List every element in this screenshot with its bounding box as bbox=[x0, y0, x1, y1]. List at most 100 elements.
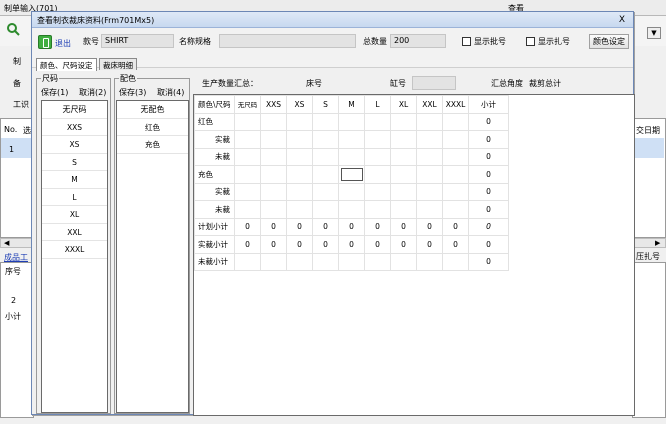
matrix-cell[interactable] bbox=[416, 147, 443, 166]
matrix-cell[interactable] bbox=[390, 112, 417, 131]
matrix-cell[interactable] bbox=[390, 165, 417, 184]
size-list[interactable]: 无尺码 XXS XS S M L XL XXL XXXL bbox=[41, 100, 108, 413]
size-save-button[interactable]: 保存(1) bbox=[41, 87, 68, 98]
matrix-cell[interactable] bbox=[338, 112, 365, 131]
matrix-cell[interactable] bbox=[260, 252, 287, 271]
matrix-cell[interactable] bbox=[364, 252, 391, 271]
matrix-cell[interactable]: 0 bbox=[312, 217, 339, 236]
matrix-cell[interactable] bbox=[338, 147, 365, 166]
matrix-cell[interactable] bbox=[338, 200, 365, 219]
matrix-cell[interactable] bbox=[312, 200, 339, 219]
matrix-cell[interactable] bbox=[234, 200, 261, 219]
matrix-cell[interactable] bbox=[416, 200, 443, 219]
matrix-cell[interactable] bbox=[442, 112, 469, 131]
matrix-cell[interactable] bbox=[416, 112, 443, 131]
matrix-cell[interactable] bbox=[442, 130, 469, 149]
color-list[interactable]: 无配色 红色 充色 bbox=[116, 100, 189, 413]
matrix-cell[interactable] bbox=[442, 252, 469, 271]
color-size-matrix[interactable]: 颜色\尺码 无尺码 XXS XS S M L XL XXL XXXL 小计 红色 0 实裁 0 未裁 0 充色 0 实… bbox=[193, 94, 635, 416]
selected-row[interactable] bbox=[1, 138, 32, 158]
matrix-cell[interactable] bbox=[390, 252, 417, 271]
matrix-cell[interactable] bbox=[416, 130, 443, 149]
cylinder-field[interactable] bbox=[412, 76, 456, 90]
matrix-cell[interactable] bbox=[286, 130, 313, 149]
matrix-cell[interactable]: 0 bbox=[286, 235, 313, 254]
tab-color-size[interactable]: 颜色、尺码设定 bbox=[36, 58, 97, 71]
name-field[interactable] bbox=[219, 34, 356, 48]
matrix-cell[interactable] bbox=[286, 200, 313, 219]
selected-row-right[interactable] bbox=[634, 138, 664, 158]
scroll-left-icon[interactable]: ◀ bbox=[4, 239, 9, 247]
matrix-cell[interactable] bbox=[286, 112, 313, 131]
size-item[interactable]: M bbox=[42, 171, 107, 189]
matrix-cell[interactable]: 0 bbox=[416, 217, 443, 236]
show-ticket-checkbox[interactable] bbox=[526, 37, 535, 46]
matrix-cell[interactable]: 0 bbox=[416, 235, 443, 254]
matrix-cell[interactable] bbox=[234, 165, 261, 184]
matrix-cell[interactable] bbox=[312, 147, 339, 166]
matrix-cell[interactable] bbox=[338, 165, 365, 184]
matrix-cell[interactable]: 0 bbox=[312, 235, 339, 254]
matrix-cell[interactable] bbox=[390, 182, 417, 201]
matrix-cell[interactable] bbox=[338, 130, 365, 149]
matrix-cell[interactable]: 0 bbox=[260, 217, 287, 236]
color-item[interactable]: 红色 bbox=[117, 119, 188, 136]
matrix-cell[interactable] bbox=[364, 112, 391, 131]
matrix-cell[interactable] bbox=[286, 182, 313, 201]
close-button[interactable]: X bbox=[619, 15, 625, 25]
matrix-cell[interactable] bbox=[286, 252, 313, 271]
matrix-cell[interactable] bbox=[234, 147, 261, 166]
matrix-cell[interactable] bbox=[442, 182, 469, 201]
matrix-cell[interactable]: 0 bbox=[234, 217, 261, 236]
color-save-button[interactable]: 保存(3) bbox=[119, 87, 146, 98]
matrix-cell[interactable] bbox=[312, 130, 339, 149]
exit-button[interactable]: 退出 bbox=[38, 35, 72, 51]
matrix-cell[interactable] bbox=[286, 165, 313, 184]
search-icon[interactable] bbox=[6, 22, 20, 36]
matrix-cell[interactable] bbox=[312, 165, 339, 184]
matrix-cell[interactable]: 0 bbox=[390, 217, 417, 236]
matrix-cell[interactable]: 0 bbox=[442, 217, 469, 236]
matrix-cell[interactable] bbox=[234, 112, 261, 131]
matrix-cell[interactable] bbox=[416, 252, 443, 271]
matrix-cell[interactable]: 0 bbox=[442, 235, 469, 254]
matrix-cell[interactable] bbox=[364, 147, 391, 166]
size-item[interactable]: L bbox=[42, 189, 107, 206]
matrix-cell[interactable]: 0 bbox=[364, 235, 391, 254]
color-settings-button[interactable]: 颜色设定 bbox=[589, 34, 629, 49]
matrix-cell[interactable] bbox=[312, 252, 339, 271]
matrix-cell[interactable] bbox=[364, 130, 391, 149]
size-cancel-button[interactable]: 取消(2) bbox=[79, 87, 106, 98]
matrix-cell[interactable]: 0 bbox=[286, 217, 313, 236]
matrix-cell[interactable] bbox=[442, 147, 469, 166]
matrix-cell[interactable] bbox=[260, 112, 287, 131]
matrix-cell[interactable] bbox=[416, 182, 443, 201]
tab-cutting-detail[interactable]: 裁床明细 bbox=[99, 58, 137, 70]
matrix-cell[interactable] bbox=[338, 252, 365, 271]
matrix-cell[interactable] bbox=[390, 200, 417, 219]
matrix-cell[interactable] bbox=[390, 130, 417, 149]
matrix-cell[interactable]: 0 bbox=[338, 235, 365, 254]
matrix-cell[interactable]: 0 bbox=[260, 235, 287, 254]
matrix-cell[interactable]: 0 bbox=[234, 235, 261, 254]
size-item[interactable]: XL bbox=[42, 206, 107, 224]
matrix-cell[interactable] bbox=[260, 165, 287, 184]
color-cancel-button[interactable]: 取消(4) bbox=[157, 87, 184, 98]
show-batch-checkbox[interactable] bbox=[462, 37, 471, 46]
matrix-cell[interactable] bbox=[260, 200, 287, 219]
size-item[interactable]: 无尺码 bbox=[42, 101, 107, 119]
summary-angle-value[interactable]: 裁剪总计 bbox=[529, 78, 561, 89]
matrix-cell[interactable]: 0 bbox=[390, 235, 417, 254]
style-field[interactable]: SHIRT bbox=[101, 34, 174, 48]
matrix-cell[interactable] bbox=[312, 182, 339, 201]
size-item[interactable]: XXL bbox=[42, 224, 107, 241]
size-item[interactable]: S bbox=[42, 154, 107, 171]
matrix-cell[interactable]: 0 bbox=[364, 217, 391, 236]
dialog-title-bar[interactable]: 查看制衣裁床资料(Frm701Mx5) X bbox=[32, 12, 633, 28]
matrix-cell[interactable] bbox=[364, 200, 391, 219]
color-item[interactable]: 无配色 bbox=[117, 101, 188, 119]
color-item[interactable]: 充色 bbox=[117, 136, 188, 154]
size-item[interactable]: XXXL bbox=[42, 241, 107, 259]
matrix-cell[interactable] bbox=[260, 130, 287, 149]
scroll-right-icon[interactable]: ▶ bbox=[655, 239, 660, 247]
